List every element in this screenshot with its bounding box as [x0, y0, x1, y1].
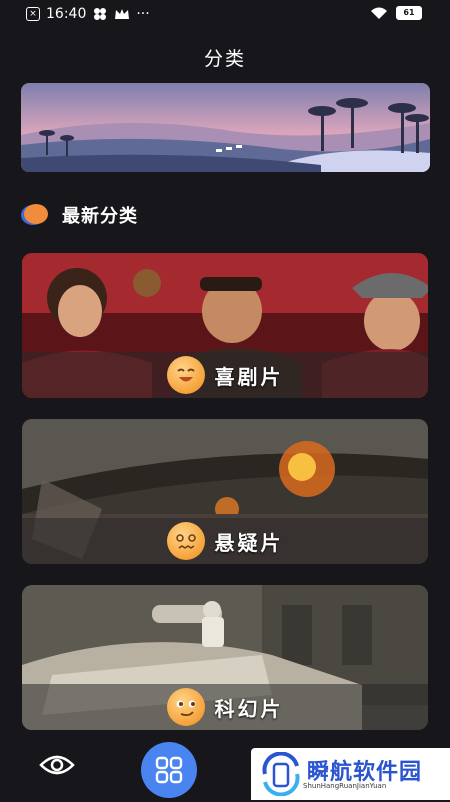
category-card-thriller[interactable]: 悬疑片: [22, 419, 428, 564]
category-label: 悬疑片: [214, 530, 284, 555]
watermark-subtext: ShunHangRuanJianYuan: [303, 782, 387, 790]
section-header: 最新分类: [20, 202, 138, 228]
category-label: 喜剧片: [214, 364, 284, 389]
battery-indicator: 61: [396, 6, 422, 20]
category-grid-button[interactable]: [141, 742, 197, 798]
eye-icon[interactable]: [39, 752, 75, 778]
page-title: 分类: [203, 48, 246, 70]
watermark: 瞬航软件园 ShunHangRuanJianYuan: [251, 748, 450, 800]
category-label-row: 科幻片: [22, 687, 428, 727]
crown-icon: [115, 9, 130, 19]
section-title: 最新分类: [62, 206, 138, 227]
banner-image[interactable]: [21, 83, 430, 172]
status-bar: × 16:40 ··· 61: [0, 0, 450, 30]
grid-icon: [155, 756, 183, 784]
more-dots-icon: ···: [136, 6, 150, 22]
watermark-logo-icon: [262, 752, 300, 796]
category-label-row: 喜剧片: [22, 355, 428, 395]
category-card-comedy[interactable]: 喜剧片: [22, 253, 428, 398]
close-notification-icon: ×: [26, 7, 40, 21]
desert-landscape-image: [21, 83, 430, 172]
category-label: 科幻片: [214, 696, 284, 721]
smirk-face-icon: [166, 688, 205, 726]
category-card-scifi[interactable]: 科幻片: [22, 585, 428, 730]
wifi-icon: [371, 7, 387, 19]
dizzy-face-icon: [166, 522, 205, 560]
status-time: 16:40: [46, 6, 87, 22]
pinwheel-icon: [94, 8, 107, 20]
laughing-face-icon: [166, 356, 205, 394]
speech-bubble-icon: [20, 203, 50, 227]
category-label-row: 悬疑片: [22, 521, 428, 561]
